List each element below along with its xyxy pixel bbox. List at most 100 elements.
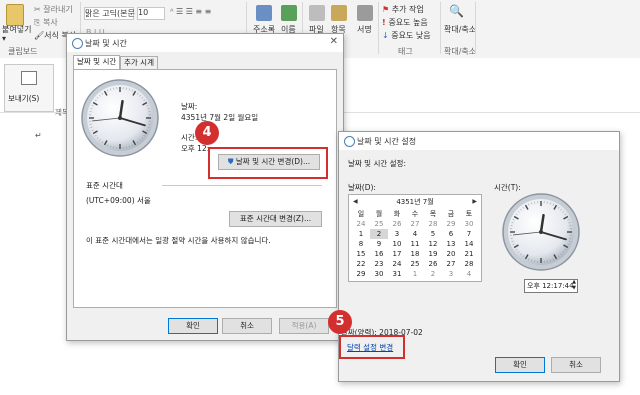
title-bar[interactable]: 날짜 및 시간 설정: [339, 132, 619, 150]
dst-note: 이 표준 시간대에서는 일광 절약 시간을 사용하지 않습니다.: [86, 236, 271, 245]
font-size-select[interactable]: 10: [137, 7, 165, 20]
calendar-day[interactable]: 25: [370, 219, 388, 229]
calendar-day[interactable]: 22: [352, 259, 370, 269]
body-cursor[interactable]: ↵: [35, 131, 42, 140]
signature-button[interactable]: 서명: [357, 24, 372, 35]
calendar-day[interactable]: 13: [442, 239, 460, 249]
calendar-day[interactable]: 10: [388, 239, 406, 249]
brush-icon: 🖌: [34, 31, 45, 40]
divider: [440, 2, 441, 54]
calendar-day[interactable]: 15: [352, 249, 370, 259]
paste-dropdown-icon[interactable]: ▾: [2, 34, 6, 43]
calendar-day[interactable]: 24: [388, 259, 406, 269]
scissors-icon: ✂: [34, 5, 44, 14]
spin-arrows-icon[interactable]: ▲ ▼: [572, 279, 576, 291]
follow-up-button[interactable]: ⚑ 추가 작업: [382, 4, 424, 15]
divider: [378, 2, 379, 54]
calendar-day[interactable]: 11: [406, 239, 424, 249]
font-tools-icons[interactable]: ᴬ ☰ ☰ ≡ ≡: [170, 7, 211, 16]
clock-center: [539, 230, 543, 234]
cut-button[interactable]: ✂ 잘라내기: [34, 4, 73, 15]
apply-button[interactable]: 적용(A): [279, 318, 329, 334]
settings-subtitle: 날짜 및 시간 설정:: [348, 159, 406, 168]
dialog-title: 날짜 및 시간: [85, 39, 127, 48]
weekday-header: 월: [375, 210, 383, 218]
calendar-day[interactable]: 19: [424, 249, 442, 259]
calendar-day[interactable]: 5: [424, 229, 442, 239]
calendar-day[interactable]: 23: [370, 259, 388, 269]
tab-date-time[interactable]: 날짜 및 시간: [73, 55, 121, 70]
step4-badge: 4: [195, 121, 219, 145]
clock-center: [118, 116, 122, 120]
tab-additional-clocks[interactable]: 추가 시계: [120, 56, 158, 69]
calendar-day[interactable]: 28: [460, 259, 478, 269]
calendar-day[interactable]: 31: [388, 269, 406, 279]
check-names-icon[interactable]: [281, 5, 297, 21]
calendar[interactable]: ◀ 4351년 7월 ▶ 일 월 화 수 목 금 토 24 25 26 27 28 29 30 1 2 3 4 5 6…: [348, 194, 482, 282]
send-button[interactable]: 보내기(S): [4, 64, 54, 112]
time-spinner[interactable]: 오후 12:17:44 ▲ ▼: [524, 279, 578, 293]
calendar-day[interactable]: 6: [442, 229, 460, 239]
calendar-day[interactable]: 16: [370, 249, 388, 259]
title-bar[interactable]: 날짜 및 시간 ✕: [67, 34, 343, 52]
timezone-value: (UTC+09:00) 서울: [86, 196, 151, 205]
calendar-day[interactable]: 12: [424, 239, 442, 249]
calendar-day[interactable]: 20: [442, 249, 460, 259]
calendar-day[interactable]: 30: [460, 219, 478, 229]
divider: [162, 185, 322, 186]
calendar-day[interactable]: 29: [352, 269, 370, 279]
calendar-day[interactable]: 4: [406, 229, 424, 239]
calendar-day[interactable]: 28: [424, 219, 442, 229]
cancel-button[interactable]: 취소: [222, 318, 272, 334]
zoom-button[interactable]: 확대/축소: [444, 24, 476, 35]
high-importance-button[interactable]: ! 중요도 높음: [382, 17, 428, 28]
font-name-select[interactable]: 맑은 고딕(본문: [84, 7, 135, 20]
dialog-title: 날짜 및 시간 설정: [357, 137, 417, 146]
calendar-month[interactable]: 4351년 7월: [349, 196, 481, 208]
step5-highlight: [339, 335, 405, 359]
next-month-icon[interactable]: ▶: [472, 196, 477, 208]
calendar-day[interactable]: 9: [370, 239, 388, 249]
calendar-day[interactable]: 3: [442, 269, 460, 279]
zoom-icon[interactable]: 🔍: [449, 4, 464, 18]
paste-icon[interactable]: [6, 4, 24, 26]
calendar-day[interactable]: 8: [352, 239, 370, 249]
attach-file-icon[interactable]: [309, 5, 325, 21]
paste-button[interactable]: 붙여넣기: [2, 24, 31, 35]
calendar-day[interactable]: 2: [370, 229, 388, 239]
change-timezone-button[interactable]: 표준 시간대 변경(Z)...: [229, 211, 322, 227]
calendar-day[interactable]: 7: [460, 229, 478, 239]
calendar-day[interactable]: 30: [370, 269, 388, 279]
calendar-day[interactable]: 29: [442, 219, 460, 229]
copy-icon: ⎘: [34, 18, 43, 27]
calendar-day[interactable]: 2: [424, 269, 442, 279]
calendar-day[interactable]: 24: [352, 219, 370, 229]
calendar-day[interactable]: 25: [406, 259, 424, 269]
ok-button[interactable]: 확인: [495, 357, 545, 373]
attach-item-icon[interactable]: [331, 5, 347, 21]
step4-highlight: [208, 147, 328, 179]
send-icon: [21, 71, 37, 85]
calendar-day[interactable]: 17: [388, 249, 406, 259]
ok-button[interactable]: 확인: [168, 318, 218, 334]
calendar-day[interactable]: 21: [460, 249, 478, 259]
cancel-button[interactable]: 취소: [551, 357, 601, 373]
calendar-day[interactable]: 1: [352, 229, 370, 239]
time-spinner-value: 오후 12:17:44: [527, 282, 574, 290]
calendar-day[interactable]: 26: [424, 259, 442, 269]
calendar-day[interactable]: 4: [460, 269, 478, 279]
close-icon[interactable]: ✕: [330, 36, 338, 47]
calendar-day[interactable]: 18: [406, 249, 424, 259]
zoom-group-label: 확대/축소: [444, 47, 477, 56]
low-importance-button[interactable]: ↓ 중요도 낮음: [382, 30, 431, 41]
timezone-heading: 표준 시간대: [86, 181, 123, 190]
calendar-day[interactable]: 27: [406, 219, 424, 229]
signature-icon[interactable]: [357, 5, 373, 21]
calendar-day[interactable]: 26: [388, 219, 406, 229]
calendar-day[interactable]: 1: [406, 269, 424, 279]
calendar-day[interactable]: 27: [442, 259, 460, 269]
copy-button[interactable]: ⎘ 복사: [34, 17, 58, 28]
address-book-icon[interactable]: [256, 5, 272, 21]
calendar-day[interactable]: 3: [388, 229, 406, 239]
calendar-day[interactable]: 14: [460, 239, 478, 249]
